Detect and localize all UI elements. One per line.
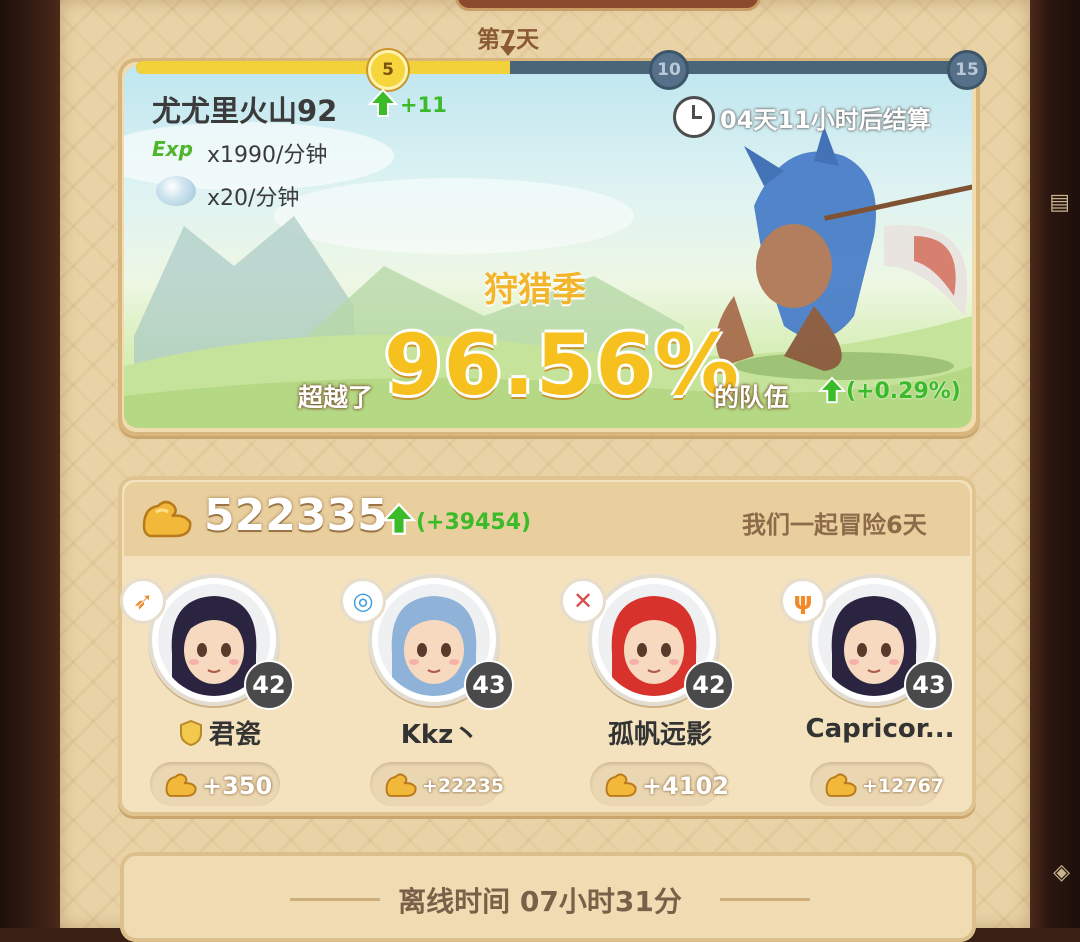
level-badge: 42 [244,660,294,710]
contribution-pill: +22235 [370,762,504,806]
exp-rate: x1990/分钟 [207,143,328,168]
adventure-days: 我们一起冒险6天 [742,511,927,539]
up-arrow-icon [818,376,846,404]
level-badge: 43 [464,660,514,710]
level-badge: 43 [904,660,954,710]
offline-time: 离线时间 07小时31分 [398,885,682,918]
season-title: 狩猎季 [484,270,586,310]
flexed-arm-icon [165,773,197,797]
flexed-arm-icon [142,500,192,538]
side-book-icon[interactable]: ▤ [1049,190,1070,215]
contribution-value: +12767 [862,775,945,797]
clock-icon [673,96,715,138]
milestone-node-10[interactable]: 10 [649,50,689,90]
member-name-text: 孤帆远影 [607,720,712,750]
flexed-arm-icon [605,773,637,797]
member-name: Kkz丶 [340,714,540,751]
up-arrow-icon [382,502,416,535]
milestone-node-15[interactable]: 15 [947,50,987,90]
guild-shield-icon [179,719,203,747]
level-badge: 42 [684,660,734,710]
contribution-pill: +4102 [590,762,729,806]
settle-timer: 04天11小时后结算 [720,106,931,134]
flame-claw-icon: ➶ [120,578,166,624]
location-delta: +11 [400,93,447,117]
crossed-blades-icon: ✕ [560,578,606,624]
member-card[interactable]: ◎ 43 Kkz丶 +22235 [340,574,540,814]
team-power: 522335 [204,490,388,541]
contribution-pill: +350 [150,762,280,806]
member-name-text: Capricor... [805,714,955,744]
contribution-value: +4102 [642,772,729,800]
member-card[interactable]: ➶ 42 君瓷 +350 [120,574,320,814]
percentile-value: 96.56% [384,316,740,414]
shell-rate: x20/分钟 [207,186,300,211]
milestone-node-5[interactable]: 5 [368,50,408,90]
left-backdrop [0,0,60,928]
member-card[interactable]: ψ 43 Capricor... +12767 [780,574,980,814]
day-pointer-icon [500,46,516,56]
water-swirl-icon: ◎ [340,578,386,624]
season-progress-fill [136,61,510,74]
percentile-prefix: 超越了 [298,383,374,412]
trident-icon: ψ [780,578,826,624]
member-name: 君瓷 [120,714,320,751]
member-name-text: 君瓷 [208,720,261,750]
flexed-arm-icon [385,773,417,797]
member-card[interactable]: ✕ 42 孤帆远影 +4102 [560,574,760,814]
member-name-text: Kkz丶 [400,720,480,750]
member-name: 孤帆远影 [560,714,760,751]
location-name: 尤尤里火山92 [152,94,338,128]
contribution-pill: +12767 [810,762,944,806]
percentile-delta: (+0.29%) [846,379,961,404]
exp-icon: Exp [152,137,193,161]
percentile-suffix: 的队伍 [714,383,790,412]
right-backdrop: ▤ ◈ [1030,0,1080,928]
flexed-arm-icon [825,773,857,797]
member-name: Capricor... [780,714,980,744]
team-power-delta: (+39454) [416,510,532,535]
contribution-value: +22235 [422,775,505,797]
shell-icon [156,176,196,206]
contribution-value: +350 [202,772,273,800]
top-tab [455,0,761,11]
up-arrow-icon [368,88,398,117]
